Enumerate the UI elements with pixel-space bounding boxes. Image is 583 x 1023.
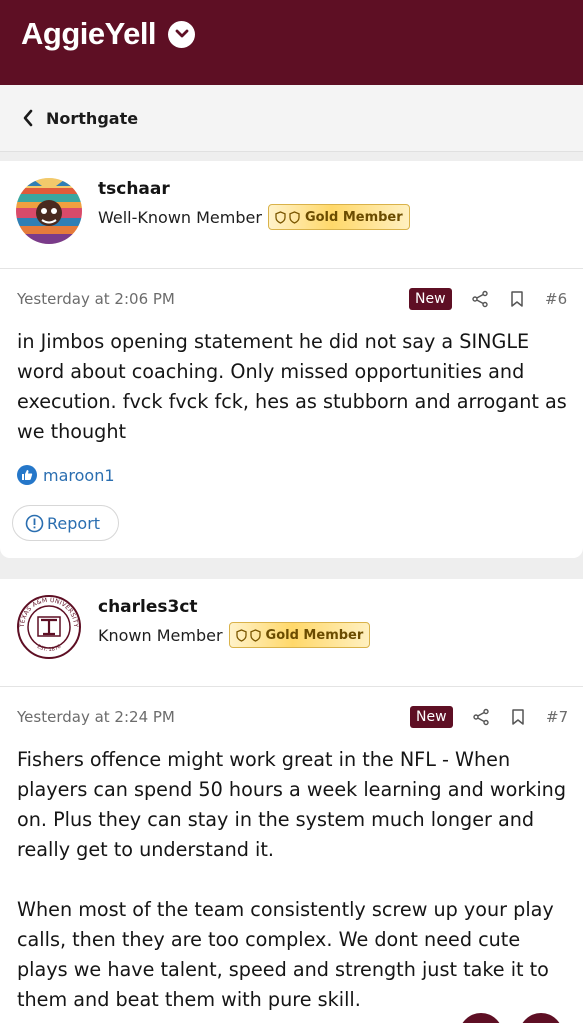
avatar[interactable] <box>16 178 82 244</box>
post: TEXAS A&M UNIVERSITY EST. 1876 charles3c… <box>0 579 583 1023</box>
breadcrumb: Northgate <box>0 85 583 152</box>
post-author-block: TEXAS A&M UNIVERSITY EST. 1876 charles3c… <box>0 579 583 687</box>
new-badge: New <box>409 288 452 310</box>
site-header: AggieYell <box>0 0 583 85</box>
post-timestamp[interactable]: Yesterday at 2:06 PM <box>17 290 175 308</box>
post-body: in Jimbos opening statement he did not s… <box>17 327 569 447</box>
new-badge: New <box>410 706 453 728</box>
shield-icon <box>275 210 286 224</box>
bookmark-icon[interactable] <box>507 289 527 309</box>
post-body: Fishers offence might work great in the … <box>17 745 569 1015</box>
breadcrumb-forum-link[interactable]: Northgate <box>46 109 138 128</box>
user-title: Known Member <box>98 625 223 645</box>
user-title: Well-Known Member <box>98 207 262 227</box>
badge-label: Gold Member <box>304 209 403 225</box>
username[interactable]: tschaar <box>98 179 170 199</box>
post-meta: Yesterday at 2:24 PM New #7 <box>0 702 583 732</box>
shield-icon <box>235 628 247 642</box>
reaction-user-link[interactable]: maroon1 <box>43 466 115 485</box>
post-number[interactable]: #7 <box>546 708 568 726</box>
post: tschaar Well-Known Member Gold Member Ye… <box>0 161 583 558</box>
gold-member-badge: Gold Member <box>228 622 371 648</box>
user-title-row: Well-Known Member Gold Member <box>98 204 410 230</box>
avatar[interactable]: TEXAS A&M UNIVERSITY EST. 1876 <box>16 594 82 660</box>
shield-icon <box>249 628 261 642</box>
user-title-row: Known Member Gold Member <box>98 622 371 648</box>
post-paragraph: When most of the team consistently screw… <box>17 898 554 1011</box>
alert-circle-icon <box>25 514 44 532</box>
post-paragraph: in Jimbos opening statement he did not s… <box>17 330 567 443</box>
username[interactable]: charles3ct <box>98 597 198 617</box>
post-number[interactable]: #6 <box>545 290 567 308</box>
share-icon[interactable] <box>471 707 491 727</box>
share-icon[interactable] <box>470 289 490 309</box>
thumbs-up-icon <box>17 465 37 485</box>
reactions-bar[interactable]: maroon1 <box>17 465 115 485</box>
shield-icon <box>289 210 300 224</box>
chevron-left-icon[interactable] <box>22 108 38 128</box>
post-meta: Yesterday at 2:06 PM New #6 <box>0 284 583 314</box>
post-author-block: tschaar Well-Known Member Gold Member <box>0 161 583 269</box>
bookmark-icon[interactable] <box>508 707 528 727</box>
site-logo[interactable]: AggieYell <box>21 16 157 52</box>
badge-label: Gold Member <box>265 627 364 643</box>
post-paragraph: Fishers offence might work great in the … <box>17 748 567 861</box>
report-label: Report <box>47 513 101 533</box>
report-button[interactable]: Report <box>12 505 119 541</box>
gold-member-badge: Gold Member <box>267 204 410 230</box>
post-timestamp[interactable]: Yesterday at 2:24 PM <box>17 708 175 726</box>
chevron-down-icon[interactable] <box>168 20 196 48</box>
